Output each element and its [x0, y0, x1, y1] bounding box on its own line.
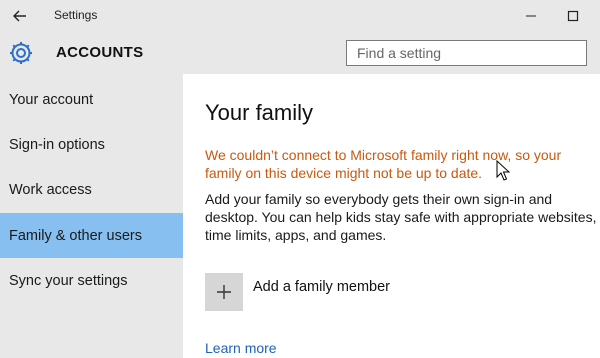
sidebar-item-label: Work access — [9, 181, 92, 198]
gear-icon — [10, 42, 32, 64]
add-family-member-label: Add a family member — [253, 279, 390, 295]
back-arrow-icon — [13, 10, 26, 22]
main-content: Your family We couldn’t connect to Micro… — [183, 74, 600, 358]
back-button[interactable] — [6, 2, 34, 30]
plus-icon — [217, 285, 231, 299]
page-title: Your family — [205, 100, 314, 125]
minimize-button[interactable] — [508, 0, 554, 32]
sidebar-item-label: Your account — [9, 91, 94, 108]
maximize-icon — [567, 10, 579, 22]
add-family-member-button[interactable]: Add a family member — [205, 272, 390, 312]
sidebar-item-label: Sign-in options — [9, 136, 105, 153]
search-input[interactable] — [346, 40, 587, 66]
sidebar-item-label: Family & other users — [9, 227, 142, 244]
maximize-button[interactable] — [550, 0, 596, 32]
title-bar: Settings — [0, 0, 600, 32]
learn-more-link[interactable]: Learn more — [205, 340, 277, 356]
sidebar-item-sign-in-options[interactable]: Sign-in options — [0, 122, 183, 167]
sidebar: Your account Sign-in options Work access… — [0, 74, 183, 358]
window-title: Settings — [54, 8, 98, 22]
sidebar-item-your-account[interactable]: Your account — [0, 77, 183, 122]
connection-warning: We couldn’t connect to Microsoft family … — [205, 147, 562, 181]
sidebar-item-family-other-users[interactable]: Family & other users — [0, 213, 183, 258]
sidebar-item-label: Sync your settings — [9, 272, 128, 289]
minimize-icon — [526, 15, 536, 17]
family-description: Add your family so everybody gets their … — [205, 191, 597, 243]
plus-tile — [205, 273, 243, 311]
sidebar-item-sync-your-settings[interactable]: Sync your settings — [0, 258, 183, 303]
mouse-cursor-icon — [496, 160, 510, 181]
sidebar-item-work-access[interactable]: Work access — [0, 167, 183, 212]
section-title: ACCOUNTS — [56, 44, 144, 61]
